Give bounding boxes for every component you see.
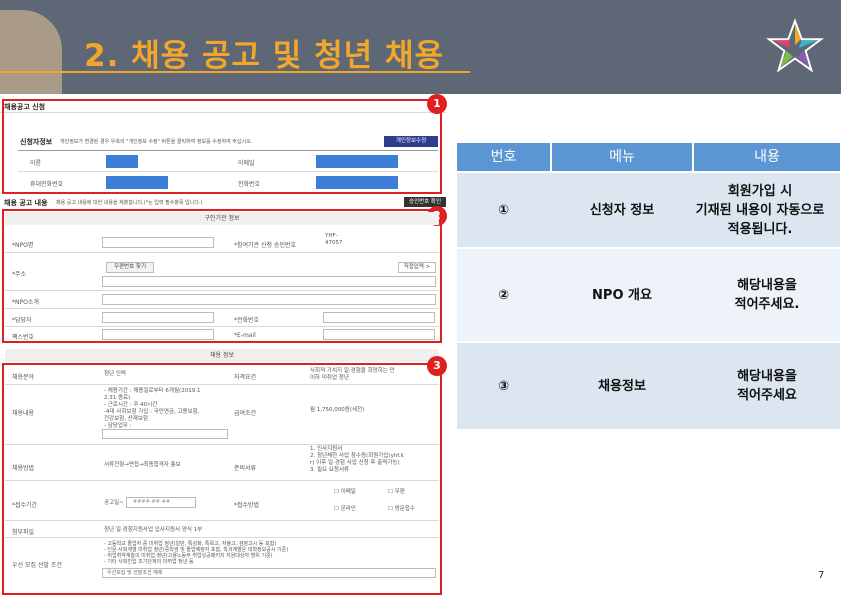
divider xyxy=(5,252,439,253)
divider xyxy=(5,444,439,445)
receipt-label: *접수방법 xyxy=(234,502,260,509)
divider xyxy=(5,480,439,481)
priority-input[interactable]: 우선모집 및 선발조건 예제 xyxy=(102,568,436,578)
direct-input-button[interactable]: 직접입력 > xyxy=(398,262,436,273)
header-content: 내용 xyxy=(694,143,840,171)
row-content: 해당내용을 적어주세요 xyxy=(737,369,797,403)
period-value: 공고일~ xyxy=(104,500,124,506)
method-label: 채용방법 xyxy=(12,465,35,472)
receipt-option-email[interactable]: ☐ 이메일 xyxy=(334,489,356,496)
slide-title: 2. 채용 공고 및 청년 채용 xyxy=(84,38,444,74)
badge-1: 1 xyxy=(427,94,447,114)
star-logo-icon xyxy=(766,18,824,73)
attachment-label: 첨부파일 xyxy=(12,529,35,536)
attachment-value: 청년 일·경험지원사업 입사지원서 양식 1부 xyxy=(104,527,203,533)
npo-intro-label: *NPO소개 xyxy=(12,299,39,306)
receipt-option-visit[interactable]: ☐ 방문접수 xyxy=(388,506,415,513)
priority-label: 우선 모집 선발 조건 xyxy=(12,562,62,569)
divider xyxy=(5,537,439,538)
hand-image xyxy=(0,10,62,94)
org-email-input[interactable] xyxy=(323,329,435,340)
email-label: 이메일 xyxy=(238,160,255,167)
org-info-header: 구인기관 정보 xyxy=(5,212,439,225)
priority-value: - 고등학교 졸업자 중 미취업 청년(일반, 특성화, 특목고, 자율고, 검… xyxy=(104,541,289,565)
row-menu: NPO 개요 xyxy=(592,287,652,303)
org-phone-label: *전화번호 xyxy=(234,317,260,324)
documents-label: 준비서류 xyxy=(234,465,257,472)
org-email-label: *E-mail xyxy=(234,332,256,339)
manager-input[interactable] xyxy=(102,312,214,323)
field-label: 채용분야 xyxy=(12,374,35,381)
postcode-button[interactable]: 우편번호 찾기 xyxy=(106,262,154,273)
content-label: 채용내용 xyxy=(12,410,35,417)
name-value xyxy=(106,155,138,168)
npo-name-input[interactable] xyxy=(102,237,214,248)
table-row: ③ 채용정보 해당내용을 적어주세요 xyxy=(457,343,840,429)
divider xyxy=(5,520,439,521)
row-content: 해당내용을 적어주세요. xyxy=(734,278,800,312)
period-label: *접수기간 xyxy=(12,502,38,509)
divider xyxy=(5,326,439,327)
divider xyxy=(5,290,439,291)
form-screenshot: 채용공고 신청 1 신청자정보 개인정보가 변경된 경우 우측의 "개인정보 수… xyxy=(0,94,452,595)
divider xyxy=(5,384,439,385)
posting-note: 채용 공고 내용에 대한 내용을 제출합니다.(*는 입력 필수항목 입니다.) xyxy=(56,200,203,206)
mobile-label: 휴대전화번호 xyxy=(30,181,64,188)
divider xyxy=(18,150,438,151)
receipt-option-mail[interactable]: ☐ 우편 xyxy=(388,489,405,496)
field-value: 청년 인력 xyxy=(104,371,126,377)
applicant-section-title: 신청자정보 xyxy=(20,138,53,146)
applicant-note: 개인정보가 변경된 경우 우측의 "개인정보 수정" 버튼을 클릭하여 정보를 … xyxy=(60,139,253,145)
phone-value xyxy=(316,176,398,189)
documents-value: 1. 인사지원서 2. 청년채한 사업 참수증(회원가입(yhf.k r) 이후… xyxy=(310,446,404,473)
recruit-info-header: 채용 정보 xyxy=(5,349,439,362)
salary-value: 월 1,750,000원(세전) xyxy=(310,407,365,413)
content-value: - 채용기간 : 채용일로부터 6개월(2019.1 2.31 종료) - 근로… xyxy=(104,388,201,429)
name-label: 이름 xyxy=(30,160,42,167)
npo-intro-input[interactable] xyxy=(102,294,436,305)
badge-3: 3 xyxy=(427,356,447,376)
edit-profile-button[interactable]: 개인정보수정 xyxy=(384,136,438,147)
posting-title: 채용 공고 내용 xyxy=(4,199,48,207)
fax-label: 팩스번호 xyxy=(12,334,35,341)
table-row: ② NPO 개요 해당내용을 적어주세요. xyxy=(457,249,840,341)
phone-label: 전화번호 xyxy=(238,181,261,188)
npo-name-label: *NPO명 xyxy=(12,242,34,249)
email-value xyxy=(316,155,398,168)
row-number: ① xyxy=(497,202,509,218)
slide-banner: 2. 채용 공고 및 청년 채용 xyxy=(0,0,841,94)
divider xyxy=(5,308,439,309)
mobile-value xyxy=(106,176,168,189)
qualification-value: 사회적 가치지 일·경험을 희망하는 만 이하 미취업 청년 xyxy=(310,368,395,381)
row-menu: 채용정보 xyxy=(598,378,646,394)
receipt-option-online[interactable]: ☐ 온라인 xyxy=(334,506,356,513)
fax-input[interactable] xyxy=(102,329,214,340)
row-number: ③ xyxy=(497,378,509,394)
duty-input[interactable] xyxy=(102,429,228,439)
approval-label: *참여기관 신청 승인번호 xyxy=(234,242,297,249)
method-value: 서류전형→면접→최종합격자 통보 xyxy=(104,462,181,468)
manager-label: *담당자 xyxy=(12,317,32,324)
divider xyxy=(18,171,438,172)
period-end-input[interactable]: ####-##-## xyxy=(126,497,196,508)
row-number: ② xyxy=(497,287,509,303)
header-number: 번호 xyxy=(457,143,550,171)
header-menu: 메뉴 xyxy=(552,143,692,171)
org-phone-input[interactable] xyxy=(323,312,435,323)
approval-value: YHF- 47057 xyxy=(325,233,343,246)
address-input[interactable] xyxy=(102,276,436,287)
title-underline xyxy=(0,71,470,73)
row-content: 회원가입 시 기재된 내용이 자동으로 적용됩니다. xyxy=(695,183,825,237)
address-label: *주소 xyxy=(12,271,27,278)
table-row: ① 신청자 정보 회원가입 시 기재된 내용이 자동으로 적용됩니다. xyxy=(457,173,840,247)
salary-label: 급여조건 xyxy=(234,410,257,417)
qualification-label: 자격요건 xyxy=(234,374,257,381)
page-number: 7 xyxy=(818,570,825,581)
